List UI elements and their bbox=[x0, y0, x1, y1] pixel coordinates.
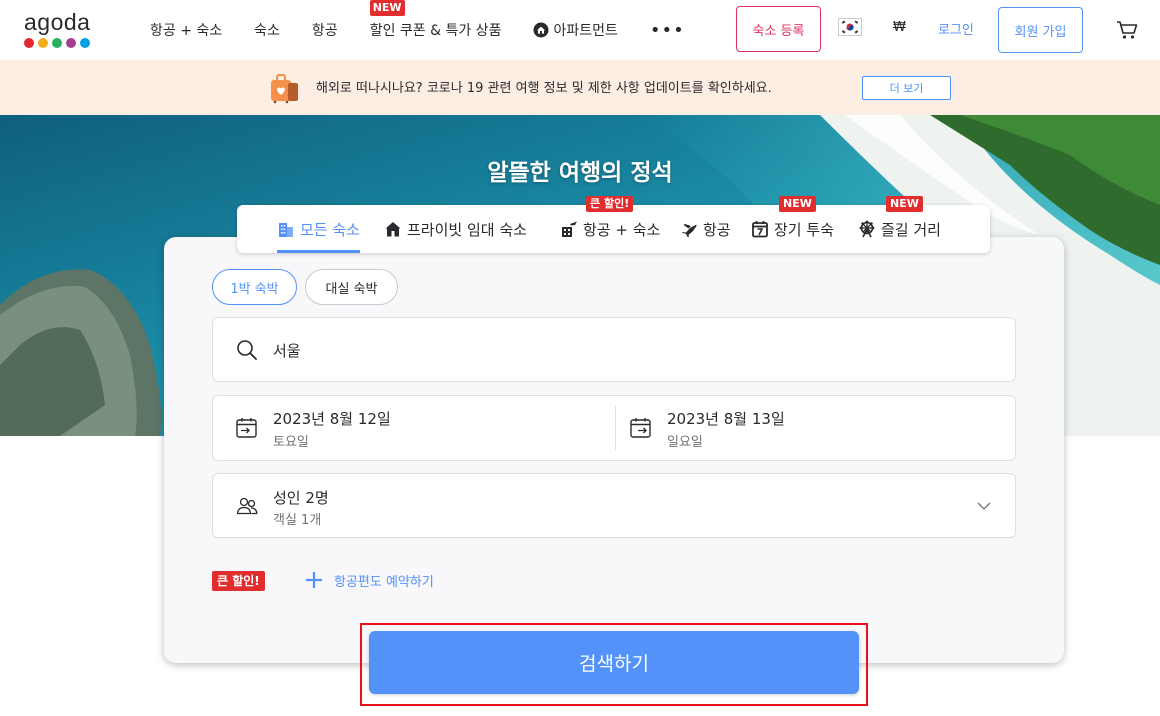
logo-dot-red bbox=[24, 38, 34, 48]
destination-value: 서울 bbox=[273, 342, 301, 360]
add-flight-link[interactable]: 항공편도 예약하기 bbox=[304, 570, 434, 590]
plane-icon bbox=[682, 224, 697, 237]
nav-label: 할인 쿠폰 & 특가 상품 bbox=[369, 23, 502, 39]
hero-title: 알뜰한 여행의 정석 bbox=[487, 160, 673, 186]
add-flight-label: 항공편도 예약하기 bbox=[334, 574, 434, 590]
tab-private-rentals[interactable]: 프라이빗 임대 숙소 bbox=[384, 205, 527, 253]
destination-field[interactable]: 서울 bbox=[212, 317, 1016, 382]
checkin-day: 토요일 bbox=[273, 435, 309, 450]
calendar-7-icon bbox=[752, 221, 768, 238]
tab-label: 장기 투숙 bbox=[774, 220, 834, 239]
ferris-wheel-icon bbox=[859, 220, 875, 238]
nav-label: 항공 bbox=[311, 23, 338, 39]
suitcase-heart-icon bbox=[271, 74, 298, 104]
calendar-checkout-icon bbox=[630, 418, 651, 438]
rooms-count: 객실 1개 bbox=[273, 513, 322, 528]
nav-apartments[interactable]: 아파트먼트 bbox=[533, 20, 618, 40]
guests-count: 성인 2명 bbox=[273, 489, 329, 507]
new-badge: NEW bbox=[369, 0, 405, 16]
nav-deals[interactable]: NEW 할인 쿠폰 & 특가 상품 bbox=[369, 0, 502, 40]
checkout-field[interactable]: 2023년 8월 13일 일요일 bbox=[616, 396, 1015, 460]
checkout-date: 2023년 8월 13일 bbox=[667, 410, 785, 428]
checkin-date: 2023년 8월 12일 bbox=[273, 410, 391, 428]
home-icon bbox=[533, 22, 549, 38]
nav-label: 숙소 bbox=[254, 23, 280, 39]
cart-icon[interactable] bbox=[1116, 20, 1138, 40]
tab-label: 항공 bbox=[703, 220, 731, 239]
chevron-down-icon bbox=[977, 502, 991, 510]
tab-flights[interactable]: 항공 bbox=[680, 205, 731, 253]
people-icon bbox=[236, 497, 258, 515]
currency-selector[interactable]: ₩ bbox=[893, 20, 906, 35]
logo-text: agoda bbox=[24, 9, 91, 35]
login-link[interactable]: 로그인 bbox=[938, 19, 974, 38]
tab-label: 항공 + 숙소 bbox=[583, 220, 661, 239]
top-header: agoda 항공 + 숙소 숙소 항공 NEW 할인 쿠폰 & 특가 상품 아파… bbox=[0, 0, 1160, 60]
signup-button[interactable]: 회원 가입 bbox=[998, 7, 1083, 53]
new-badge: NEW bbox=[886, 196, 923, 212]
date-range-field: 2023년 8월 12일 토요일 2023년 8월 13일 일요일 bbox=[212, 395, 1016, 461]
building-icon bbox=[279, 223, 293, 237]
big-deal-badge: 큰 할인! bbox=[212, 571, 265, 591]
guests-field[interactable]: 성인 2명 객실 1개 bbox=[212, 473, 1016, 538]
notice-text: 해외로 떠나시나요? 코로나 19 관련 여행 정보 및 제한 사항 업데이트를… bbox=[316, 81, 772, 96]
checkout-day: 일요일 bbox=[667, 435, 703, 450]
hotel-plane-icon bbox=[562, 221, 577, 237]
tab-label: 프라이빗 임대 숙소 bbox=[407, 220, 527, 239]
nav-flights[interactable]: 항공 bbox=[312, 20, 338, 40]
checkin-field[interactable]: 2023년 8월 12일 토요일 bbox=[213, 396, 615, 460]
logo-dot-blue bbox=[80, 38, 90, 48]
korea-flag-icon[interactable] bbox=[838, 18, 862, 36]
search-button[interactable]: 검색하기 bbox=[369, 631, 859, 694]
overnight-stay-pill[interactable]: 1박 숙박 bbox=[212, 269, 297, 305]
logo-dots bbox=[24, 38, 104, 48]
tab-all-stays[interactable]: 모든 숙소 bbox=[277, 205, 360, 253]
tab-long-stays[interactable]: NEW 장기 투숙 bbox=[751, 196, 834, 253]
big-deal-badge: 큰 할인! bbox=[586, 196, 634, 212]
tab-label: 즐길 거리 bbox=[881, 220, 941, 239]
house-icon bbox=[385, 222, 401, 237]
nav-label: 아파트먼트 bbox=[553, 23, 618, 39]
more-menu-button[interactable]: ••• bbox=[650, 20, 685, 41]
notice-more-button[interactable]: 더 보기 bbox=[862, 76, 951, 100]
agoda-logo[interactable]: agoda bbox=[24, 10, 104, 50]
nav-hotels[interactable]: 숙소 bbox=[254, 20, 280, 40]
nav-flight-hotel[interactable]: 항공 + 숙소 bbox=[150, 20, 222, 40]
covid-notice-banner: 해외로 떠나시나요? 코로나 19 관련 여행 정보 및 제한 사항 업데이트를… bbox=[0, 60, 1160, 115]
logo-dot-yellow bbox=[38, 38, 48, 48]
tab-activities[interactable]: NEW 즐길 거리 bbox=[858, 196, 941, 253]
search-icon bbox=[237, 340, 257, 360]
day-use-stay-pill[interactable]: 대실 숙박 bbox=[305, 269, 398, 305]
logo-dot-green bbox=[52, 38, 62, 48]
plus-icon bbox=[306, 572, 322, 588]
nav-label: 항공 + 숙소 bbox=[150, 23, 223, 39]
tab-label: 모든 숙소 bbox=[300, 220, 360, 239]
search-category-tabs: 모든 숙소 프라이빗 임대 숙소 큰 할인! 항공 + 숙소 항공 NEW 장기… bbox=[237, 196, 990, 253]
main-nav: 항공 + 숙소 숙소 항공 NEW 할인 쿠폰 & 특가 상품 아파트먼트 ••… bbox=[150, 0, 717, 60]
new-badge: NEW bbox=[779, 196, 816, 212]
calendar-checkin-icon bbox=[236, 418, 257, 438]
logo-dot-purple bbox=[66, 38, 76, 48]
tab-flight-hotel[interactable]: 큰 할인! 항공 + 숙소 bbox=[560, 196, 661, 253]
list-property-button[interactable]: 숙소 등록 bbox=[736, 6, 821, 52]
